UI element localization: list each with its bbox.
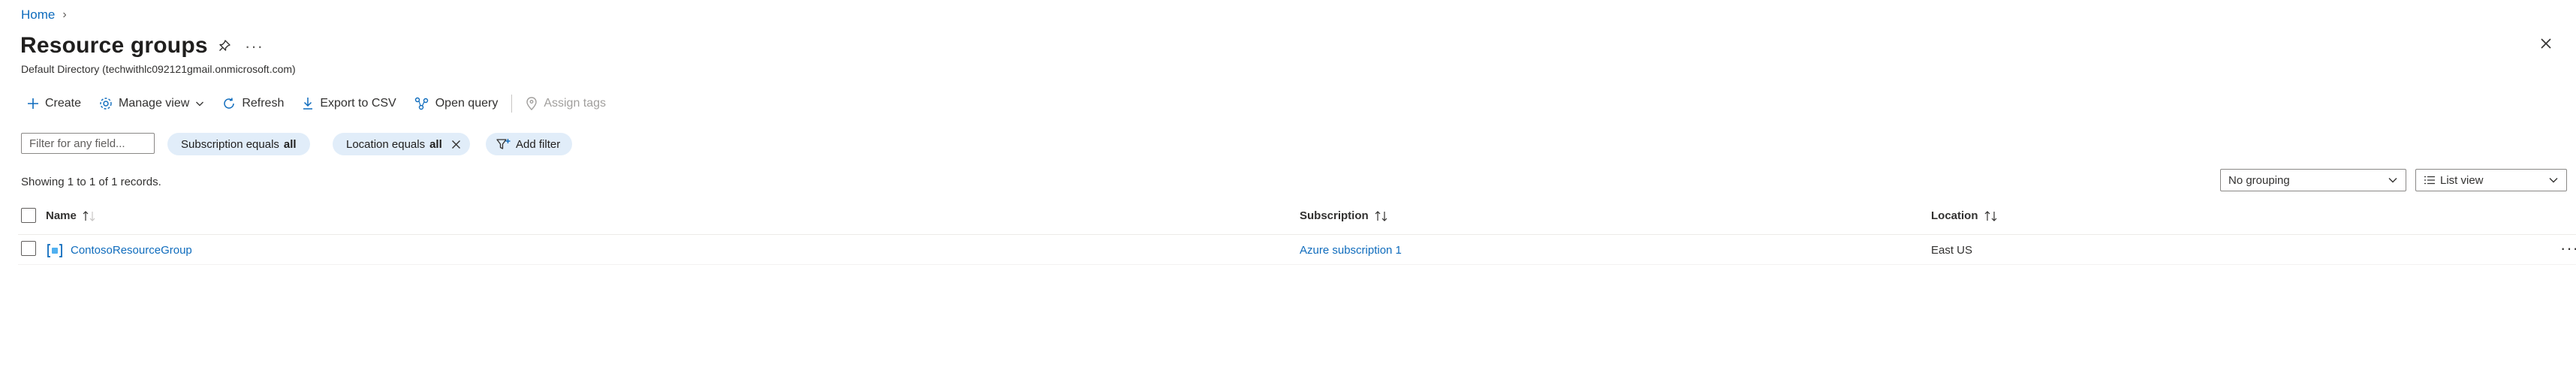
sort-icon	[83, 210, 96, 221]
tag-icon	[526, 97, 538, 110]
page-title: Resource groups	[20, 33, 208, 58]
resource-group-icon	[47, 243, 63, 258]
chevron-down-icon	[195, 99, 204, 108]
filter-input[interactable]	[21, 133, 155, 154]
manage-view-button[interactable]: Manage view	[90, 93, 213, 114]
location-cell: East US	[1931, 244, 1973, 257]
breadcrumb: Home ›	[21, 8, 67, 23]
subscription-filter-pill[interactable]: Subscription equals all	[167, 133, 310, 155]
assign-tags-button[interactable]: Assign tags	[517, 93, 615, 114]
add-filter-button[interactable]: Add filter	[486, 133, 573, 155]
chevron-down-icon	[2388, 175, 2398, 185]
export-csv-label: Export to CSV	[320, 97, 396, 110]
row-more-options-icon[interactable]: ···	[2560, 239, 2576, 258]
manage-view-label: Manage view	[119, 97, 190, 110]
records-count: Showing 1 to 1 of 1 records.	[21, 176, 161, 188]
add-filter-icon	[496, 138, 511, 150]
resource-group-name-link[interactable]: ContosoResourceGroup	[71, 244, 192, 257]
column-header-subscription[interactable]: Subscription	[1300, 209, 1388, 222]
view-dropdown[interactable]: List view	[2415, 169, 2567, 191]
view-selected-wrap: List view	[2424, 174, 2484, 187]
refresh-button[interactable]: Refresh	[213, 93, 293, 114]
column-header-name[interactable]: Name	[46, 209, 96, 222]
chevron-down-icon	[2548, 175, 2559, 185]
query-icon	[414, 97, 429, 110]
remove-filter-icon[interactable]	[451, 140, 461, 149]
grouping-dropdown[interactable]: No grouping	[2220, 169, 2406, 191]
subscription-filter-value: all	[283, 137, 297, 151]
location-filter-pill[interactable]: Location equals all	[333, 133, 470, 155]
assign-tags-label: Assign tags	[544, 97, 607, 110]
location-filter-value: all	[429, 137, 442, 151]
directory-subtitle: Default Directory (techwithlc092121gmail…	[21, 63, 296, 75]
open-query-button[interactable]: Open query	[405, 93, 508, 114]
more-options-icon[interactable]: ···	[245, 37, 264, 56]
export-csv-button[interactable]: Export to CSV	[293, 93, 405, 114]
sort-icon	[1984, 210, 1998, 221]
row-divider	[18, 264, 2576, 265]
header-divider	[18, 234, 2576, 235]
plus-icon	[27, 98, 39, 110]
pin-icon[interactable]	[218, 39, 231, 53]
sort-icon	[1375, 210, 1388, 221]
subscription-filter-label: Subscription equals	[181, 137, 279, 151]
gear-icon	[99, 97, 113, 110]
create-label: Create	[45, 97, 82, 110]
column-header-location[interactable]: Location	[1931, 209, 1998, 222]
view-selected: List view	[2440, 173, 2484, 187]
toolbar-divider	[511, 95, 513, 113]
add-filter-label: Add filter	[516, 137, 561, 151]
breadcrumb-home-link[interactable]: Home	[21, 8, 55, 23]
refresh-icon	[222, 97, 236, 110]
close-icon[interactable]	[2540, 38, 2552, 50]
breadcrumb-chevron-icon: ›	[62, 8, 67, 21]
command-bar: Create Manage view Refresh Export to CSV…	[18, 93, 615, 114]
open-query-label: Open query	[435, 97, 499, 110]
refresh-label: Refresh	[242, 97, 285, 110]
subscription-link[interactable]: Azure subscription 1	[1300, 244, 1402, 257]
column-location-label: Location	[1931, 209, 1978, 222]
column-name-label: Name	[46, 209, 77, 222]
grouping-selected: No grouping	[2228, 173, 2290, 187]
select-all-checkbox[interactable]	[21, 208, 36, 223]
download-icon	[302, 97, 314, 110]
location-filter-label: Location equals	[346, 137, 426, 151]
row-checkbox[interactable]	[21, 241, 36, 256]
column-subscription-label: Subscription	[1300, 209, 1369, 222]
create-button[interactable]: Create	[18, 93, 90, 114]
list-view-icon	[2424, 176, 2436, 185]
